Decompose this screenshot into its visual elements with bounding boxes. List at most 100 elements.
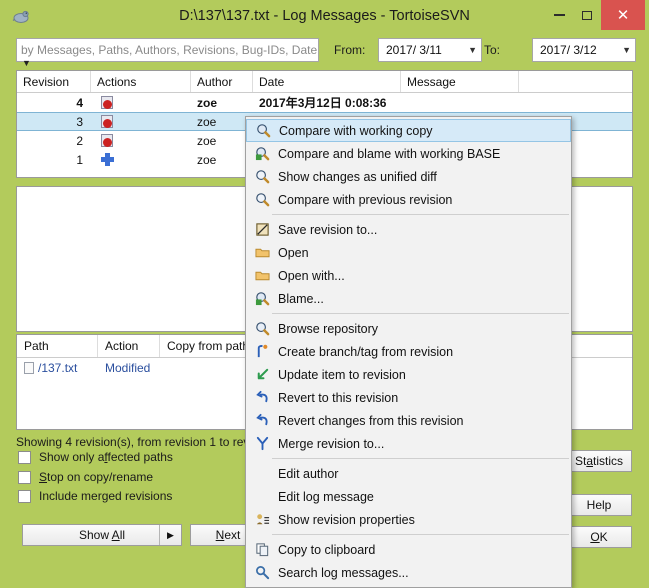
menu-item-compare-with-previous-revision[interactable]: Compare with previous revision [246,188,571,211]
menu-item-label: Copy to clipboard [278,542,376,557]
cell-actions [91,150,191,169]
menu-item-edit-author[interactable]: Edit author [246,462,571,485]
checkbox-box[interactable] [18,470,31,484]
merge-icon [250,435,274,453]
clipboard-icon [250,541,274,559]
column-header-revision[interactable]: Revision [17,71,91,92]
menu-separator [272,214,569,215]
menu-item-open-with[interactable]: Open with... [246,264,571,287]
added-icon [101,153,114,166]
cell-action: Modified [105,361,151,375]
menu-item-show-changes-as-unified-diff[interactable]: Show changes as unified diff [246,165,571,188]
menu-item-label: Browse repository [278,321,379,336]
filter-dropdown-caret-icon[interactable]: ▼ [22,58,31,68]
modified-icon [101,134,113,147]
checkbox-label: Stop on copy/rename [39,470,154,484]
from-date-value: 2017/ 3/11 [386,43,442,57]
cell-author: zoe [197,95,218,110]
close-button[interactable]: ✕ [601,0,645,30]
search-icon [250,564,274,582]
menu-item-compare-with-working-copy[interactable]: Compare with working copy [246,119,571,142]
compare-magnifier-icon [251,122,275,140]
from-date-picker[interactable]: 2017/ 3/11 ▼ [378,38,482,62]
checkbox-label: Show only affected paths [39,450,173,464]
next-label: Next [215,528,241,542]
menu-item-label: Open with... [278,268,345,283]
context-menu[interactable]: Compare with working copy Compare and bl… [245,116,572,588]
revision-list-header: Revision Actions Author Date Message [17,71,632,93]
compare-previous-magnifier-icon [250,191,274,209]
menu-separator [272,458,569,459]
menu-item-blame[interactable]: Blame... [246,287,571,310]
menu-item-label: Create branch/tag from revision [278,344,454,359]
cell-path-text: /137.txt [38,361,78,375]
statistics-label: Statistics [574,454,624,468]
cell-revision: 2 [76,133,83,148]
table-row[interactable]: 4 zoe 2017年3月12日 0:08:36 [17,93,632,112]
checkbox-box[interactable] [18,489,31,503]
column-header-path[interactable]: Path [17,335,98,357]
menu-item-open[interactable]: Open [246,241,571,264]
revision-properties-icon [250,511,274,529]
cell-actions [91,131,191,150]
menu-item-create-branch-tag-from-revision[interactable]: Create branch/tag from revision [246,340,571,363]
menu-item-save-revision-to[interactable]: Save revision to... [246,218,571,241]
checkbox-box[interactable] [18,450,31,464]
show-all-button[interactable]: Show All ▶ [22,524,182,546]
no-icon [250,465,274,483]
checkbox-include-merged-revisions[interactable]: Include merged revisions [18,489,172,503]
revert-arrow-icon [250,389,274,407]
menu-item-compare-and-blame-with-working-base[interactable]: Compare and blame with working BASE [246,142,571,165]
minimize-button[interactable] [546,0,572,30]
menu-item-label: Revert to this revision [278,390,399,405]
unified-diff-magnifier-icon [250,168,274,186]
filter-toolbar: by Messages, Paths, Authors, Revisions, … [0,32,649,68]
column-header-message[interactable]: Message [401,71,519,92]
to-date-picker[interactable]: 2017/ 3/12 ▼ [532,38,636,62]
to-label: To: [484,43,501,57]
menu-item-merge-revision-to[interactable]: Merge revision to... [246,432,571,455]
column-header-actions[interactable]: Actions [91,71,191,92]
ok-button[interactable]: OK [566,526,632,548]
column-header-date[interactable]: Date [253,71,401,92]
menu-item-search-log-messages[interactable]: Search log messages... [246,561,571,584]
menu-item-label: Merge revision to... [278,436,385,451]
show-all-dropdown-arrow-icon[interactable]: ▶ [159,525,181,545]
branch-tag-icon [250,343,274,361]
maximize-button[interactable] [574,0,600,30]
cell-author: zoe [197,133,217,148]
checkbox-label: Include merged revisions [39,489,173,503]
menu-item-revert-to-this-revision[interactable]: Revert to this revision [246,386,571,409]
menu-item-label: Blame... [278,291,324,306]
menu-item-label: Save revision to... [278,222,378,237]
search-placeholder: by Messages, Paths, Authors, Revisions, … [21,43,318,57]
help-button[interactable]: Help [566,494,632,516]
statistics-button[interactable]: Statistics [566,450,632,472]
menu-item-update-item-to-revision[interactable]: Update item to revision [246,363,571,386]
column-header-author[interactable]: Author [191,71,253,92]
browse-repository-icon [250,320,274,338]
cell-revision: 1 [76,152,83,167]
from-label: From: [334,43,366,57]
menu-item-show-revision-properties[interactable]: Show revision properties [246,508,571,531]
menu-separator [272,534,569,535]
column-header-action[interactable]: Action [98,335,160,357]
menu-item-label: Update item to revision [278,367,406,382]
show-all-label: Show All [78,528,126,542]
cell-author: zoe [197,152,217,167]
search-input[interactable]: by Messages, Paths, Authors, Revisions, … [16,38,319,62]
title-bar: D:\137\137.txt - Log Messages - Tortoise… [0,0,649,32]
checkbox-stop-on-copy-rename[interactable]: Stop on copy/rename [18,470,153,484]
modified-icon [101,96,113,109]
close-icon: ✕ [616,7,630,24]
cell-path: /137.txt [17,358,98,378]
menu-item-browse-repository[interactable]: Browse repository [246,317,571,340]
menu-separator [272,313,569,314]
menu-item-copy-to-clipboard[interactable]: Copy to clipboard [246,538,571,561]
menu-item-edit-log-message[interactable]: Edit log message [246,485,571,508]
open-with-folder-icon [250,267,274,285]
menu-item-label: Show changes as unified diff [278,169,437,184]
revert-changes-arrow-icon [250,412,274,430]
menu-item-revert-changes-from-this-revision[interactable]: Revert changes from this revision [246,409,571,432]
checkbox-show-only-affected-paths[interactable]: Show only affected paths [18,450,173,464]
